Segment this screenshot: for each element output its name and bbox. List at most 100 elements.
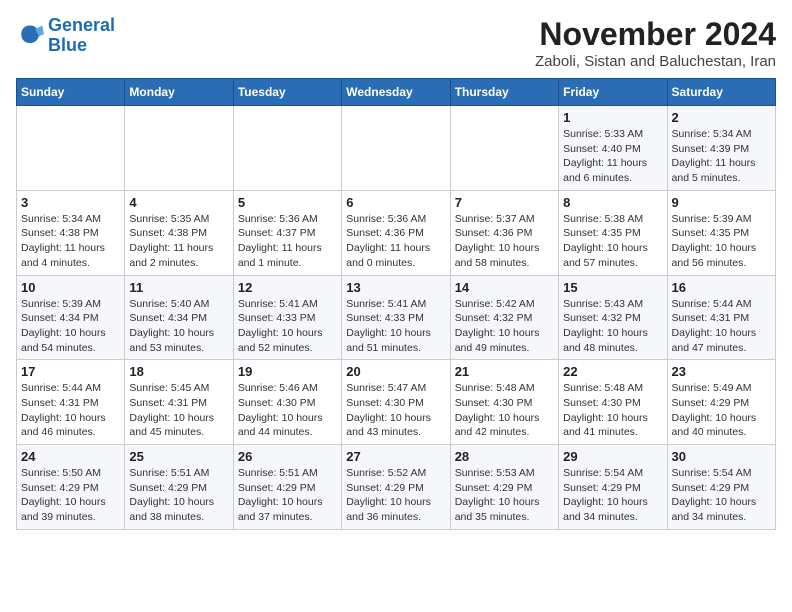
title-area: November 2024 Zaboli, Sistan and Baluche… — [535, 16, 776, 70]
calendar-cell: 4Sunrise: 5:35 AM Sunset: 4:38 PM Daylig… — [125, 190, 233, 275]
day-detail: Sunrise: 5:34 AM Sunset: 4:38 PM Dayligh… — [21, 212, 120, 271]
calendar-header-sunday: Sunday — [17, 79, 125, 106]
calendar-cell: 2 Sunrise: 5:34 AM Sunset: 4:39 PM Daylig… — [667, 106, 775, 191]
calendar-cell: 20 Sunrise: 5:47 AM Sunset: 4:30 PM Dayli… — [342, 360, 450, 445]
day-number: 10 — [21, 280, 120, 295]
calendar-cell: 24 Sunrise: 5:50 AM Sunset: 4:29 PM Dayli… — [17, 445, 125, 530]
calendar-header-saturday: Saturday — [667, 79, 775, 106]
day-detail: Sunrise: 5:49 AM Sunset: 4:29 PM Dayligh… — [672, 381, 771, 440]
calendar-week-4: 17Sunrise: 5:44 AM Sunset: 4:31 PM Dayli… — [17, 360, 776, 445]
day-detail: Sunrise: 5:50 AM Sunset: 4:29 PM Dayligh… — [21, 466, 120, 525]
calendar-cell: 13Sunrise: 5:41 AM Sunset: 4:33 PM Dayli… — [342, 275, 450, 360]
day-number: 2 — [672, 110, 771, 125]
calendar-cell — [342, 106, 450, 191]
day-number: 20 — [346, 364, 445, 379]
calendar-header-monday: Monday — [125, 79, 233, 106]
header: General Blue November 2024 Zaboli, Sista… — [16, 16, 776, 70]
day-number: 29 — [563, 449, 662, 464]
calendar-week-5: 24 Sunrise: 5:50 AM Sunset: 4:29 PM Dayli… — [17, 445, 776, 530]
day-number: 28 — [455, 449, 554, 464]
calendar-cell — [125, 106, 233, 191]
day-number: 16 — [672, 280, 771, 295]
day-number: 26 — [238, 449, 337, 464]
calendar-cell: 28 Sunrise: 5:53 AM Sunset: 4:29 PM Dayli… — [450, 445, 558, 530]
day-detail: Sunrise: 5:51 AM Sunset: 4:29 PM Dayligh… — [238, 466, 337, 525]
calendar-header-tuesday: Tuesday — [233, 79, 341, 106]
calendar-cell: 10 Sunrise: 5:39 AM Sunset: 4:34 PM Dayli… — [17, 275, 125, 360]
logo: General Blue — [16, 16, 115, 56]
day-number: 24 — [21, 449, 120, 464]
calendar-cell: 7 Sunrise: 5:37 AM Sunset: 4:36 PM Daylig… — [450, 190, 558, 275]
day-detail: Sunrise: 5:48 AM Sunset: 4:30 PM Dayligh… — [455, 381, 554, 440]
calendar-week-3: 10 Sunrise: 5:39 AM Sunset: 4:34 PM Dayli… — [17, 275, 776, 360]
day-detail: Sunrise: 5:42 AM Sunset: 4:32 PM Dayligh… — [455, 297, 554, 356]
calendar: SundayMondayTuesdayWednesdayThursdayFrid… — [16, 78, 776, 530]
calendar-cell — [233, 106, 341, 191]
day-number: 18 — [129, 364, 228, 379]
calendar-cell: 30 Sunrise: 5:54 AM Sunset: 4:29 PM Dayli… — [667, 445, 775, 530]
day-number: 12 — [238, 280, 337, 295]
day-number: 21 — [455, 364, 554, 379]
location-title: Zaboli, Sistan and Baluchestan, Iran — [535, 53, 776, 70]
day-number: 19 — [238, 364, 337, 379]
day-detail: Sunrise: 5:40 AM Sunset: 4:34 PM Dayligh… — [129, 297, 228, 356]
day-detail: Sunrise: 5:54 AM Sunset: 4:29 PM Dayligh… — [672, 466, 771, 525]
calendar-header-friday: Friday — [559, 79, 667, 106]
day-number: 22 — [563, 364, 662, 379]
calendar-cell: 12 Sunrise: 5:41 AM Sunset: 4:33 PM Dayli… — [233, 275, 341, 360]
calendar-cell: 3 Sunrise: 5:34 AM Sunset: 4:38 PM Daylig… — [17, 190, 125, 275]
day-detail: Sunrise: 5:33 AM Sunset: 4:40 PM Dayligh… — [563, 127, 662, 186]
day-number: 7 — [455, 195, 554, 210]
day-number: 6 — [346, 195, 445, 210]
logo-blue: Blue — [48, 35, 87, 55]
calendar-header-row: SundayMondayTuesdayWednesdayThursdayFrid… — [17, 79, 776, 106]
day-detail: Sunrise: 5:36 AM Sunset: 4:36 PM Dayligh… — [346, 212, 445, 271]
calendar-header-thursday: Thursday — [450, 79, 558, 106]
day-number: 1 — [563, 110, 662, 125]
day-detail: Sunrise: 5:36 AM Sunset: 4:37 PM Dayligh… — [238, 212, 337, 271]
month-title: November 2024 — [535, 16, 776, 53]
calendar-cell — [17, 106, 125, 191]
day-number: 4 — [129, 195, 228, 210]
calendar-cell: 16 Sunrise: 5:44 AM Sunset: 4:31 PM Dayli… — [667, 275, 775, 360]
calendar-cell: 23 Sunrise: 5:49 AM Sunset: 4:29 PM Dayli… — [667, 360, 775, 445]
day-number: 5 — [238, 195, 337, 210]
day-detail: Sunrise: 5:52 AM Sunset: 4:29 PM Dayligh… — [346, 466, 445, 525]
calendar-cell: 29 Sunrise: 5:54 AM Sunset: 4:29 PM Dayli… — [559, 445, 667, 530]
calendar-cell: 18 Sunrise: 5:45 AM Sunset: 4:31 PM Dayli… — [125, 360, 233, 445]
calendar-header-wednesday: Wednesday — [342, 79, 450, 106]
calendar-cell: 22 Sunrise: 5:48 AM Sunset: 4:30 PM Dayli… — [559, 360, 667, 445]
day-number: 13 — [346, 280, 445, 295]
calendar-cell: 26 Sunrise: 5:51 AM Sunset: 4:29 PM Dayli… — [233, 445, 341, 530]
day-detail: Sunrise: 5:38 AM Sunset: 4:35 PM Dayligh… — [563, 212, 662, 271]
calendar-cell: 9 Sunrise: 5:39 AM Sunset: 4:35 PM Daylig… — [667, 190, 775, 275]
logo-text: General Blue — [48, 16, 115, 56]
day-number: 9 — [672, 195, 771, 210]
day-number: 17 — [21, 364, 120, 379]
day-number: 11 — [129, 280, 228, 295]
day-number: 30 — [672, 449, 771, 464]
calendar-cell: 11 Sunrise: 5:40 AM Sunset: 4:34 PM Dayli… — [125, 275, 233, 360]
day-detail: Sunrise: 5:51 AM Sunset: 4:29 PM Dayligh… — [129, 466, 228, 525]
day-detail: Sunrise: 5:47 AM Sunset: 4:30 PM Dayligh… — [346, 381, 445, 440]
day-detail: Sunrise: 5:53 AM Sunset: 4:29 PM Dayligh… — [455, 466, 554, 525]
calendar-cell: 25 Sunrise: 5:51 AM Sunset: 4:29 PM Dayli… — [125, 445, 233, 530]
day-detail: Sunrise: 5:41 AM Sunset: 4:33 PM Dayligh… — [238, 297, 337, 356]
calendar-cell — [450, 106, 558, 191]
calendar-cell: 8Sunrise: 5:38 AM Sunset: 4:35 PM Daylig… — [559, 190, 667, 275]
day-detail: Sunrise: 5:37 AM Sunset: 4:36 PM Dayligh… — [455, 212, 554, 271]
day-number: 27 — [346, 449, 445, 464]
day-detail: Sunrise: 5:39 AM Sunset: 4:34 PM Dayligh… — [21, 297, 120, 356]
day-detail: Sunrise: 5:43 AM Sunset: 4:32 PM Dayligh… — [563, 297, 662, 356]
day-number: 25 — [129, 449, 228, 464]
day-detail: Sunrise: 5:39 AM Sunset: 4:35 PM Dayligh… — [672, 212, 771, 271]
day-detail: Sunrise: 5:44 AM Sunset: 4:31 PM Dayligh… — [672, 297, 771, 356]
calendar-cell: 5 Sunrise: 5:36 AM Sunset: 4:37 PM Daylig… — [233, 190, 341, 275]
day-detail: Sunrise: 5:48 AM Sunset: 4:30 PM Dayligh… — [563, 381, 662, 440]
day-detail: Sunrise: 5:45 AM Sunset: 4:31 PM Dayligh… — [129, 381, 228, 440]
day-detail: Sunrise: 5:54 AM Sunset: 4:29 PM Dayligh… — [563, 466, 662, 525]
day-detail: Sunrise: 5:34 AM Sunset: 4:39 PM Dayligh… — [672, 127, 771, 186]
day-number: 3 — [21, 195, 120, 210]
calendar-cell: 14Sunrise: 5:42 AM Sunset: 4:32 PM Dayli… — [450, 275, 558, 360]
day-number: 23 — [672, 364, 771, 379]
